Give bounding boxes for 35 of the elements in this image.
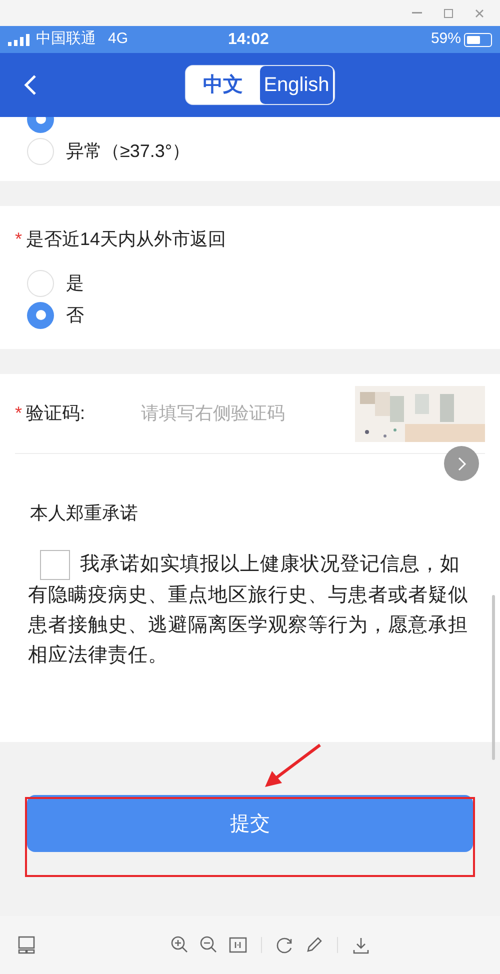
pledge-title: 本人郑重承诺 (30, 502, 139, 525)
close-icon[interactable] (475, 8, 484, 18)
question-label: 是否近14天内从外市返回 (26, 228, 226, 251)
clock-time: 14:02 (228, 30, 269, 50)
option-label: 是 (66, 272, 84, 294)
zoom-out-icon[interactable] (199, 935, 219, 955)
pledge-text: 我承诺如实填报以上健康状况登记信息，如有隐瞒疫病史、重点地区旅行史、与患者或者疑似患者接触史、逃避隔离医学观察等行为，愿意承担相应法律责任。 (15, 549, 485, 670)
minimize-icon[interactable] (412, 12, 422, 14)
captcha-label: 验证码: (26, 402, 86, 425)
battery-icon (464, 32, 492, 46)
language-tab[interactable]: English (260, 66, 333, 104)
carrier-name: 中国联通 (36, 29, 96, 50)
maximize-icon[interactable] (444, 8, 453, 18)
actual-size-icon[interactable] (228, 935, 248, 955)
back-icon[interactable] (23, 74, 37, 96)
option-label: 否 (66, 304, 84, 326)
captcha-field[interactable]: 请填写右侧验证码 (141, 400, 326, 427)
pencil-icon[interactable] (304, 935, 324, 955)
required-asterisk: * (15, 228, 22, 251)
radio-button[interactable] (27, 302, 54, 328)
signal-icon (8, 34, 30, 46)
checkbox[interactable] (40, 550, 70, 580)
radio-button[interactable] (27, 270, 54, 296)
pointer-arrow (262, 743, 322, 789)
thumbnail-icon[interactable] (17, 935, 37, 955)
zoom-in-icon[interactable] (170, 935, 190, 955)
download-icon[interactable] (351, 935, 371, 955)
chevron-right-icon (456, 456, 466, 472)
battery-percent: 59% (430, 29, 461, 50)
radio-button[interactable] (27, 138, 54, 164)
next-button[interactable] (444, 446, 479, 481)
option-label: 异常（≥37.3°） (66, 140, 190, 162)
network-type: 4G (108, 29, 128, 50)
required-asterisk: * (15, 402, 22, 425)
submit-button[interactable]: 提交 (27, 795, 473, 852)
